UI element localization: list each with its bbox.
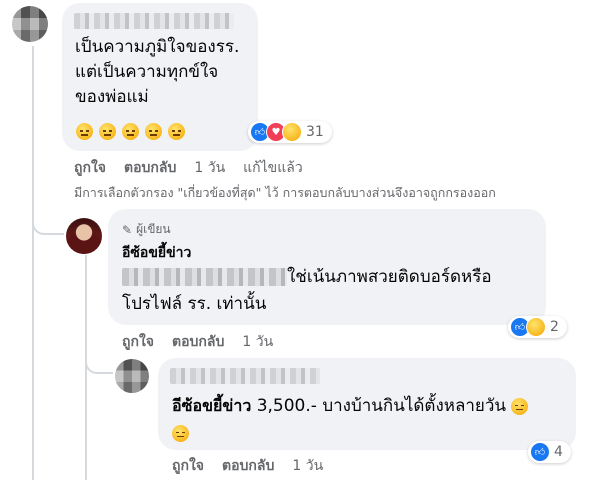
avatar-commenter2[interactable]: [115, 359, 149, 393]
expressionless-face-icon: [99, 123, 117, 140]
expressionless-face-icon: [168, 123, 186, 140]
edited-label[interactable]: แก้ไขแล้ว: [243, 157, 303, 179]
timestamp[interactable]: 1 วัน: [194, 157, 225, 179]
comment1-text: เป็นความภูมิใจของรร. แต่เป็นความทุกข์ใจ …: [75, 35, 239, 110]
thread-connector-reply1: [32, 205, 64, 235]
sad-icon: [526, 317, 546, 337]
reply1-reactions[interactable]: 👍︎ 2: [508, 316, 567, 338]
reply2-reaction-count: 4: [554, 444, 563, 460]
comment1-actions: ถูกใจ ตอบกลับ 1 วัน แก้ไขแล้ว: [74, 157, 321, 179]
reply-button[interactable]: ตอบกลับ: [124, 157, 176, 179]
avatar-author[interactable]: [66, 218, 102, 254]
reply1-bubble: ✎ ผู้เขียน อีซ้อขยี้ข่าว ใช่เน้นภาพสวยติ…: [108, 209, 546, 325]
filter-notice: มีการเลือกตัวกรอง "เกี่ยวข้องที่สุด" ไว้…: [74, 185, 496, 200]
like-icon: 👍︎: [530, 442, 550, 462]
expressionless-face-icon: [76, 123, 93, 140]
thread-connector-reply2: [85, 352, 113, 374]
comment1-reactions[interactable]: 👍︎ ♥ 31: [248, 121, 332, 143]
expressionless-face-icon: [511, 397, 529, 415]
mention-tag[interactable]: อีซ้อขยี้ข่าว: [172, 396, 251, 415]
expressionless-face-icon: [145, 123, 163, 140]
expressionless-face-icon: [172, 424, 189, 442]
reply1-reaction-count: 2: [550, 319, 559, 335]
mentioned-name-blurred[interactable]: [122, 268, 287, 286]
comment1-line1: เป็นความภูมิใจของรร.: [75, 37, 240, 57]
reply1-text: ใช่เน้นภาพสวยติดบอร์ดหรือ โปรไฟล์ รร. เท…: [122, 265, 492, 317]
reply1-line1: ใช่เน้นภาพสวยติดบอร์ดหรือ: [122, 265, 492, 290]
reply1-text-part1: ใช่เน้นภาพสวยติดบอร์ดหรือ: [287, 267, 492, 287]
comment1-line3: ของพ่อแม่: [75, 87, 149, 107]
avatar-commenter1[interactable]: [12, 6, 48, 42]
like-button[interactable]: ถูกใจ: [122, 331, 154, 353]
reply2-bubble: อีซ้อขยี้ข่าว 3,500.- บางบ้านกินได้ตั้งห…: [158, 358, 576, 450]
comment1-reaction-count: 31: [306, 124, 324, 140]
commenter1-name-blurred[interactable]: [74, 13, 234, 29]
timestamp[interactable]: 1 วัน: [242, 331, 273, 353]
comment1-line2: แต่เป็นความทุกข์ใจ: [75, 62, 219, 82]
reply1-actions: ถูกใจ ตอบกลับ 1 วัน: [122, 331, 291, 353]
expressionless-face-icon: [122, 123, 140, 140]
thread-line-main: [32, 46, 34, 480]
like-button[interactable]: ถูกใจ: [74, 157, 106, 179]
reply2-body: 3,500.- บางบ้านกินได้ตั้งหลายวัน: [256, 396, 507, 416]
author-badge: ✎ ผู้เขียน: [122, 220, 171, 239]
commenter2-name-blurred[interactable]: [170, 368, 320, 384]
reply-button[interactable]: ตอบกลับ: [172, 331, 224, 353]
comment1-emojis: [76, 121, 186, 140]
reply2-reactions[interactable]: 👍︎ 4: [528, 441, 571, 463]
reply-button[interactable]: ตอบกลับ: [222, 455, 274, 477]
reply2-actions: ถูกใจ ตอบกลับ 1 วัน: [172, 455, 341, 477]
reply1-author-name[interactable]: อีซ้อขยี้ข่าว: [122, 242, 191, 264]
timestamp[interactable]: 1 วัน: [292, 455, 323, 477]
comment1-bubble: เป็นความภูมิใจของรร. แต่เป็นความทุกข์ใจ …: [62, 3, 258, 151]
like-button[interactable]: ถูกใจ: [172, 455, 204, 477]
reply2-text: อีซ้อขยี้ข่าว 3,500.- บางบ้านกินได้ตั้งห…: [172, 393, 567, 446]
reply1-line2: โปรไฟล์ รร. เท่านั้น: [122, 294, 267, 314]
pencil-icon: ✎: [122, 222, 133, 237]
author-badge-label: ผู้เขียน: [136, 222, 171, 236]
sad-icon: [282, 122, 302, 142]
